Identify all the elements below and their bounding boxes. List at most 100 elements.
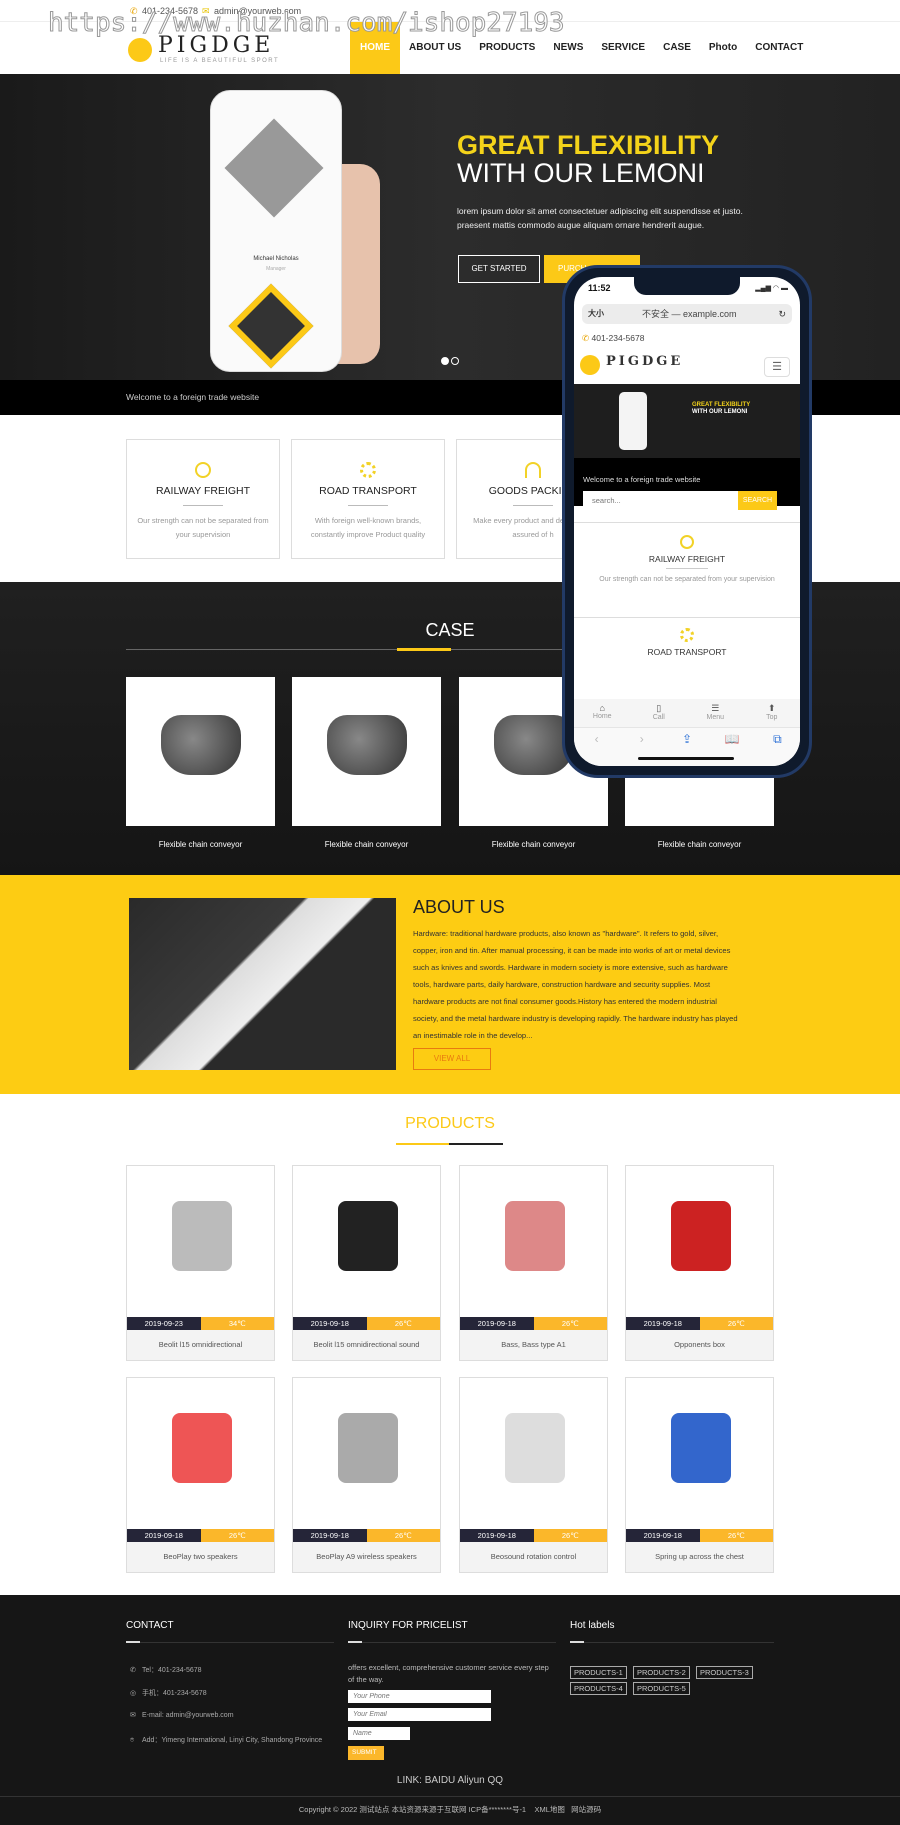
product-image[interactable] bbox=[293, 1378, 440, 1529]
product-name[interactable]: Opponents box bbox=[626, 1330, 773, 1360]
case-image[interactable] bbox=[126, 677, 275, 826]
case-caption[interactable]: Flexible chain conveyor bbox=[126, 840, 275, 849]
case-caption[interactable]: Flexible chain conveyor bbox=[459, 840, 608, 849]
product-card[interactable]: 2019-09-18 26℃ Spring up across the chest bbox=[625, 1377, 774, 1573]
logo-flame-icon[interactable] bbox=[128, 38, 152, 62]
forward-icon[interactable]: › bbox=[619, 728, 664, 766]
phone-icon: ✆ bbox=[130, 1667, 136, 1674]
product-image[interactable] bbox=[460, 1378, 607, 1529]
hot-label[interactable]: PRODUCTS-1 bbox=[570, 1666, 627, 1679]
email-input[interactable] bbox=[348, 1708, 491, 1721]
phone-person-name: Michael Nicholas bbox=[253, 256, 299, 262]
friend-links[interactable]: LINK: BAIDU Aliyun QQ bbox=[0, 1775, 900, 1786]
mobile-welcome: Welcome to a foreign trade website bbox=[583, 475, 701, 484]
product-temp: 26℃ bbox=[533, 1529, 607, 1542]
product-name[interactable]: Beolit l15 omnidirectional sound bbox=[293, 1330, 440, 1360]
about-image bbox=[129, 898, 396, 1070]
product-name[interactable]: BeoPlay A9 wireless speakers bbox=[293, 1542, 440, 1572]
case-image[interactable] bbox=[292, 677, 441, 826]
clock-icon bbox=[680, 535, 694, 549]
case-caption[interactable]: Flexible chain conveyor bbox=[292, 840, 441, 849]
tab-menu[interactable]: ☰ Menu bbox=[687, 699, 744, 727]
feature-text: Our strength can not be separated from y… bbox=[599, 576, 775, 583]
feature-card[interactable]: RAILWAY FREIGHT Our strength can not be s… bbox=[126, 439, 280, 559]
product-name[interactable]: Beolit l15 omnidirectional bbox=[127, 1330, 274, 1360]
home-indicator bbox=[638, 757, 734, 760]
watermark: https://www.huzhan.com/ishop27193 bbox=[48, 8, 566, 39]
nav-service[interactable]: SERVICE bbox=[592, 22, 654, 74]
product-card[interactable]: 2019-09-18 26℃ Beolit l15 omnidirectional… bbox=[292, 1165, 441, 1361]
product-image[interactable] bbox=[460, 1166, 607, 1317]
signal-wifi-battery-icon: ▂▄▆ ◠ ▬ bbox=[755, 285, 788, 292]
tab-call[interactable]: ▯ Call bbox=[631, 699, 688, 727]
source-link[interactable]: 网站源码 bbox=[571, 1805, 601, 1814]
product-temp: 26℃ bbox=[533, 1317, 607, 1330]
case-caption[interactable]: Flexible chain conveyor bbox=[625, 840, 774, 849]
product-card[interactable]: 2019-09-18 26℃ BeoPlay two speakers bbox=[126, 1377, 275, 1573]
product-card[interactable]: 2019-09-18 26℃ Opponents box bbox=[625, 1165, 774, 1361]
nav-contact[interactable]: CONTACT bbox=[746, 22, 812, 74]
product-name[interactable]: Spring up across the chest bbox=[626, 1542, 773, 1572]
product-name[interactable]: BeoPlay two speakers bbox=[127, 1542, 274, 1572]
hot-label[interactable]: PRODUCTS-3 bbox=[696, 1666, 753, 1679]
get-started-button[interactable]: GET STARTED bbox=[458, 255, 540, 283]
phone-input[interactable] bbox=[348, 1690, 491, 1703]
product-image[interactable] bbox=[127, 1378, 274, 1529]
hot-label[interactable]: PRODUCTS-4 bbox=[570, 1682, 627, 1695]
mobile-hero-title-white: WITH OUR LEMONI bbox=[692, 409, 748, 415]
product-date: 2019-09-18 bbox=[293, 1317, 367, 1330]
tabs-icon[interactable]: ⧉ bbox=[755, 728, 800, 766]
feature-card[interactable]: ROAD TRANSPORT With foreign well-known br… bbox=[291, 439, 445, 559]
tab-top[interactable]: ⬆ Top bbox=[744, 699, 801, 727]
product-card[interactable]: 2019-09-23 34℃ Beolit l15 omnidirectional bbox=[126, 1165, 275, 1361]
copyright: Copyright © 2022 测试站点 本站资源来源于互联网 ICP备***… bbox=[0, 1804, 900, 1815]
mobile-phone: ✆ 401-234-5678 bbox=[582, 333, 645, 343]
product-name[interactable]: Bass, Bass type A1 bbox=[460, 1330, 607, 1360]
mobile-search-input[interactable] bbox=[583, 491, 738, 510]
divider bbox=[570, 1642, 774, 1643]
mobile-search-button[interactable]: SEARCH bbox=[738, 491, 777, 510]
product-date: 2019-09-18 bbox=[460, 1529, 534, 1542]
hot-label[interactable]: PRODUCTS-2 bbox=[633, 1666, 690, 1679]
slider-dot[interactable] bbox=[451, 357, 459, 365]
product-date: 2019-09-18 bbox=[127, 1529, 201, 1542]
product-image[interactable] bbox=[626, 1166, 773, 1317]
back-icon[interactable]: ‹ bbox=[574, 728, 619, 766]
product-temp: 26℃ bbox=[366, 1529, 440, 1542]
text-size-button[interactable]: 大小 bbox=[588, 304, 604, 324]
hot-label[interactable]: PRODUCTS-5 bbox=[633, 1682, 690, 1695]
footer-tel: Tel：401-234-5678 bbox=[142, 1667, 202, 1674]
share-icon[interactable]: ⇪ bbox=[664, 728, 709, 766]
bookmarks-icon[interactable]: 📖 bbox=[710, 728, 755, 766]
product-temp: 26℃ bbox=[699, 1317, 773, 1330]
reload-icon[interactable]: ↻ bbox=[778, 304, 786, 324]
xml-sitemap-link[interactable]: XML地图 bbox=[534, 1805, 564, 1814]
product-card[interactable]: 2019-09-18 26℃ Bass, Bass type A1 bbox=[459, 1165, 608, 1361]
view-all-button[interactable]: VIEW ALL bbox=[413, 1048, 491, 1070]
nav-photo[interactable]: Photo bbox=[700, 22, 746, 74]
product-card[interactable]: 2019-09-18 26℃ BeoPlay A9 wireless speake… bbox=[292, 1377, 441, 1573]
product-name[interactable]: Beosound rotation control bbox=[460, 1542, 607, 1572]
about-text: Hardware: traditional hardware products,… bbox=[413, 929, 738, 1040]
divider bbox=[126, 1642, 334, 1643]
hero-title-white: WITH OUR LEMONI bbox=[457, 158, 705, 188]
hamburger-menu-icon[interactable]: ☰ bbox=[764, 357, 790, 377]
product-image[interactable] bbox=[293, 1166, 440, 1317]
mail-icon: ✉ bbox=[130, 1712, 136, 1719]
address-bar[interactable]: 大小 不安全 — example.com ↻ bbox=[582, 304, 792, 324]
product-date: 2019-09-18 bbox=[626, 1317, 700, 1330]
mobile-logo[interactable]: PIGDGE bbox=[606, 354, 683, 369]
feature-title: RAILWAY FREIGHT bbox=[155, 485, 251, 497]
mobile-feature-card[interactable]: ROAD TRANSPORT bbox=[574, 617, 800, 707]
name-input[interactable] bbox=[348, 1727, 410, 1740]
nav-case[interactable]: CASE bbox=[654, 22, 700, 74]
product-image[interactable] bbox=[626, 1378, 773, 1529]
slider-dot-active[interactable] bbox=[441, 357, 449, 365]
submit-button[interactable]: SUBMIT bbox=[348, 1746, 384, 1760]
mobile-feature-card[interactable]: RAILWAY FREIGHT Our strength can not be s… bbox=[574, 522, 800, 612]
product-card[interactable]: 2019-09-18 26℃ Beosound rotation control bbox=[459, 1377, 608, 1573]
mobile-hero: GREAT FLEXIBILITY WITH OUR LEMONI bbox=[574, 384, 800, 458]
product-temp: 26℃ bbox=[366, 1317, 440, 1330]
tab-home[interactable]: ⌂ Home bbox=[574, 699, 631, 727]
product-image[interactable] bbox=[127, 1166, 274, 1317]
